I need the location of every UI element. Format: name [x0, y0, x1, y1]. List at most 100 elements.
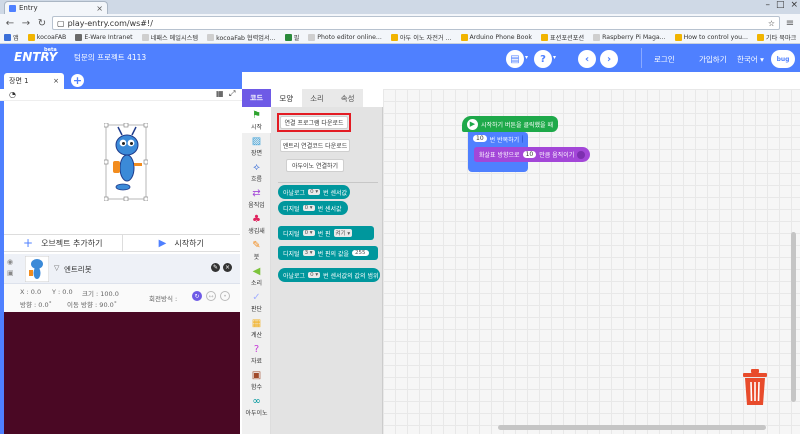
signup-link[interactable]: 가입하기: [699, 54, 727, 65]
trash-icon[interactable]: [740, 367, 770, 407]
rotate-none-icon[interactable]: •: [220, 291, 230, 301]
bookmark-item[interactable]: Arduino Phone Book: [460, 34, 532, 41]
lock-icon[interactable]: ▣: [7, 269, 14, 277]
category-data[interactable]: ? 자료: [242, 341, 271, 367]
object-direction[interactable]: 방향 : 0.0˚: [20, 299, 52, 309]
category-move[interactable]: ⇄ 움직임: [242, 185, 271, 211]
horizontal-scrollbar[interactable]: [498, 425, 766, 430]
tab-sound[interactable]: 소리: [302, 89, 333, 107]
code-workspace[interactable]: [383, 89, 800, 434]
help-button[interactable]: ?: [534, 50, 552, 68]
close-window-icon[interactable]: ×: [790, 0, 798, 10]
digital-pin-value-block[interactable]: 디지털 3 ▾ 번 핀의 값을 255: [278, 246, 378, 260]
when-start-clicked-block[interactable]: ▶ 시작하기 버튼을 클릭했을 때: [462, 116, 558, 132]
bookmark-item[interactable]: 네패스 메일시스템: [141, 33, 198, 42]
port-dropdown[interactable]: 3 ▾: [302, 250, 315, 256]
digital-pin-on-block[interactable]: 디지털 0 ▾ 번 핀 켜기 ▾: [278, 226, 374, 240]
category-flow[interactable]: ⟡ 흐름: [242, 159, 271, 185]
add-scene-button[interactable]: +: [71, 74, 84, 87]
bookmark-item[interactable]: Photo editor online...: [308, 34, 382, 41]
bookmark-item[interactable]: 필: [284, 33, 299, 42]
start-button[interactable]: ▶ 시작하기: [123, 235, 241, 251]
category-calc[interactable]: ▦ 계산: [242, 315, 271, 341]
grid-icon[interactable]: ▦: [216, 89, 224, 98]
undo-button[interactable]: ‹: [578, 50, 596, 68]
category-brush[interactable]: ✎ 붓: [242, 237, 271, 263]
category-flag[interactable]: ⚑ 시작: [242, 107, 271, 133]
stage-canvas[interactable]: [4, 101, 240, 232]
tab-shape[interactable]: 모양: [271, 89, 302, 107]
back-arrow-icon[interactable]: ←: [4, 18, 16, 29]
category-function[interactable]: ▣ 함수: [242, 367, 271, 393]
pin-state-dropdown[interactable]: 켜기 ▾: [333, 229, 353, 237]
tab-code[interactable]: 코드: [242, 89, 271, 107]
bookmark-item[interactable]: Raspberry Pi Maga...: [593, 34, 666, 41]
object-y[interactable]: Y : 0.0: [52, 288, 73, 296]
object-list-item[interactable]: ◉ ▣ ▽ 엔트리봇 ✎ ×: [4, 254, 240, 284]
bookmark-item[interactable]: kocoaFab 협력업서...: [207, 33, 276, 42]
bookmark-item[interactable]: 앱: [4, 33, 19, 42]
port-dropdown[interactable]: 0 ▾: [302, 205, 315, 211]
entrybot-sprite[interactable]: [104, 123, 148, 201]
url-input[interactable]: ▢ play-entry.com/ws#!/ ☆: [52, 16, 780, 30]
speed-gauge-icon[interactable]: ◔: [9, 90, 16, 99]
minimize-icon[interactable]: –: [765, 0, 770, 10]
language-select[interactable]: 한국어 ▾: [737, 54, 764, 65]
object-chevron-icon[interactable]: ▽: [54, 264, 59, 272]
port-dropdown[interactable]: 0 ▾: [308, 272, 321, 278]
object-size[interactable]: 크기 : 100.0: [82, 288, 119, 298]
file-menu-button[interactable]: ▤: [506, 50, 524, 68]
bug-report-button[interactable]: bug: [771, 50, 795, 68]
move-count-input[interactable]: 10: [522, 151, 537, 158]
add-object-button[interactable]: + 오브젝트 추가하기: [4, 235, 122, 251]
category-looks[interactable]: ♣ 생김새: [242, 211, 271, 237]
rotate-free-icon[interactable]: ↻: [192, 291, 202, 301]
fullscreen-icon[interactable]: ⤢: [229, 89, 235, 99]
bookmark-item[interactable]: How to control you...: [674, 34, 748, 41]
rotate-horizontal-icon[interactable]: ↔: [206, 291, 216, 301]
bookmark-item[interactable]: 표션포션포션: [540, 33, 584, 42]
maximize-icon[interactable]: □: [776, 0, 785, 10]
bookmark-item[interactable]: E-Ware Intranet: [75, 34, 133, 41]
tab-property[interactable]: 속성: [332, 89, 363, 107]
digital-sensor-block[interactable]: 디지털 0 ▾ 번 센서값: [278, 201, 348, 215]
login-link[interactable]: 로그인: [654, 54, 675, 65]
pin-value-input[interactable]: 255: [352, 250, 369, 256]
help-chevron-down-icon[interactable]: ▾: [553, 54, 556, 61]
repeat-count-input[interactable]: 10: [473, 135, 487, 142]
bookmark-item[interactable]: 아두 이노 자전거 ...: [390, 33, 452, 42]
eye-icon[interactable]: ◉: [7, 258, 13, 266]
redo-button[interactable]: ›: [600, 50, 618, 68]
move-block[interactable]: 화살표 방향으로 10 만큼 움직이기: [474, 147, 590, 162]
download-connect-code-button[interactable]: 엔트리 연결코드 다운로드: [280, 139, 350, 152]
close-scene-icon[interactable]: ×: [53, 77, 59, 85]
reload-icon[interactable]: ↻: [36, 18, 48, 29]
project-title[interactable]: 텀문의 프로젝트 4113: [74, 52, 146, 63]
category-scene[interactable]: ▨ 장면: [242, 133, 271, 159]
close-tab-icon[interactable]: ×: [96, 4, 103, 13]
star-icon[interactable]: ☆: [768, 19, 775, 28]
browser-tab[interactable]: Entry ×: [4, 1, 108, 14]
edit-object-icon[interactable]: ✎: [211, 263, 220, 272]
port-dropdown[interactable]: 0 ▾: [302, 230, 315, 236]
entry-logo[interactable]: ENTRY beta: [14, 47, 57, 64]
category-sound[interactable]: ◀ 소리: [242, 263, 271, 289]
scene-tab[interactable]: 장면 1 ×: [4, 73, 64, 89]
menu-icon[interactable]: ≡: [784, 18, 796, 29]
analog-sensor-block[interactable]: 아날로그 0 ▾ 번 센서값: [278, 185, 350, 199]
category-judge[interactable]: ✓ 판단: [242, 289, 271, 315]
analog-range-block[interactable]: 아날로그 0 ▾ 번 센서값의 값의 범위: [278, 268, 380, 282]
looks-icon: ♣: [252, 213, 261, 225]
forward-arrow-icon[interactable]: →: [20, 18, 32, 29]
object-move-direction[interactable]: 이동 방향 : 90.0˚: [67, 299, 117, 309]
bookmark-item[interactable]: kocoaFAB: [27, 34, 66, 41]
object-x[interactable]: X : 0.0: [20, 288, 41, 296]
object-name[interactable]: 엔트리봇: [64, 264, 92, 275]
file-chevron-down-icon[interactable]: ▾: [525, 54, 528, 61]
port-dropdown[interactable]: 0 ▾: [308, 189, 321, 195]
bookmark-item[interactable]: 기타 북마크: [756, 33, 796, 42]
delete-object-icon[interactable]: ×: [223, 263, 232, 272]
connect-arduino-button[interactable]: 아두이노 연결하기: [286, 159, 344, 172]
category-arduino[interactable]: ∞ 아두이노: [242, 393, 271, 419]
vertical-scrollbar[interactable]: [791, 232, 796, 402]
